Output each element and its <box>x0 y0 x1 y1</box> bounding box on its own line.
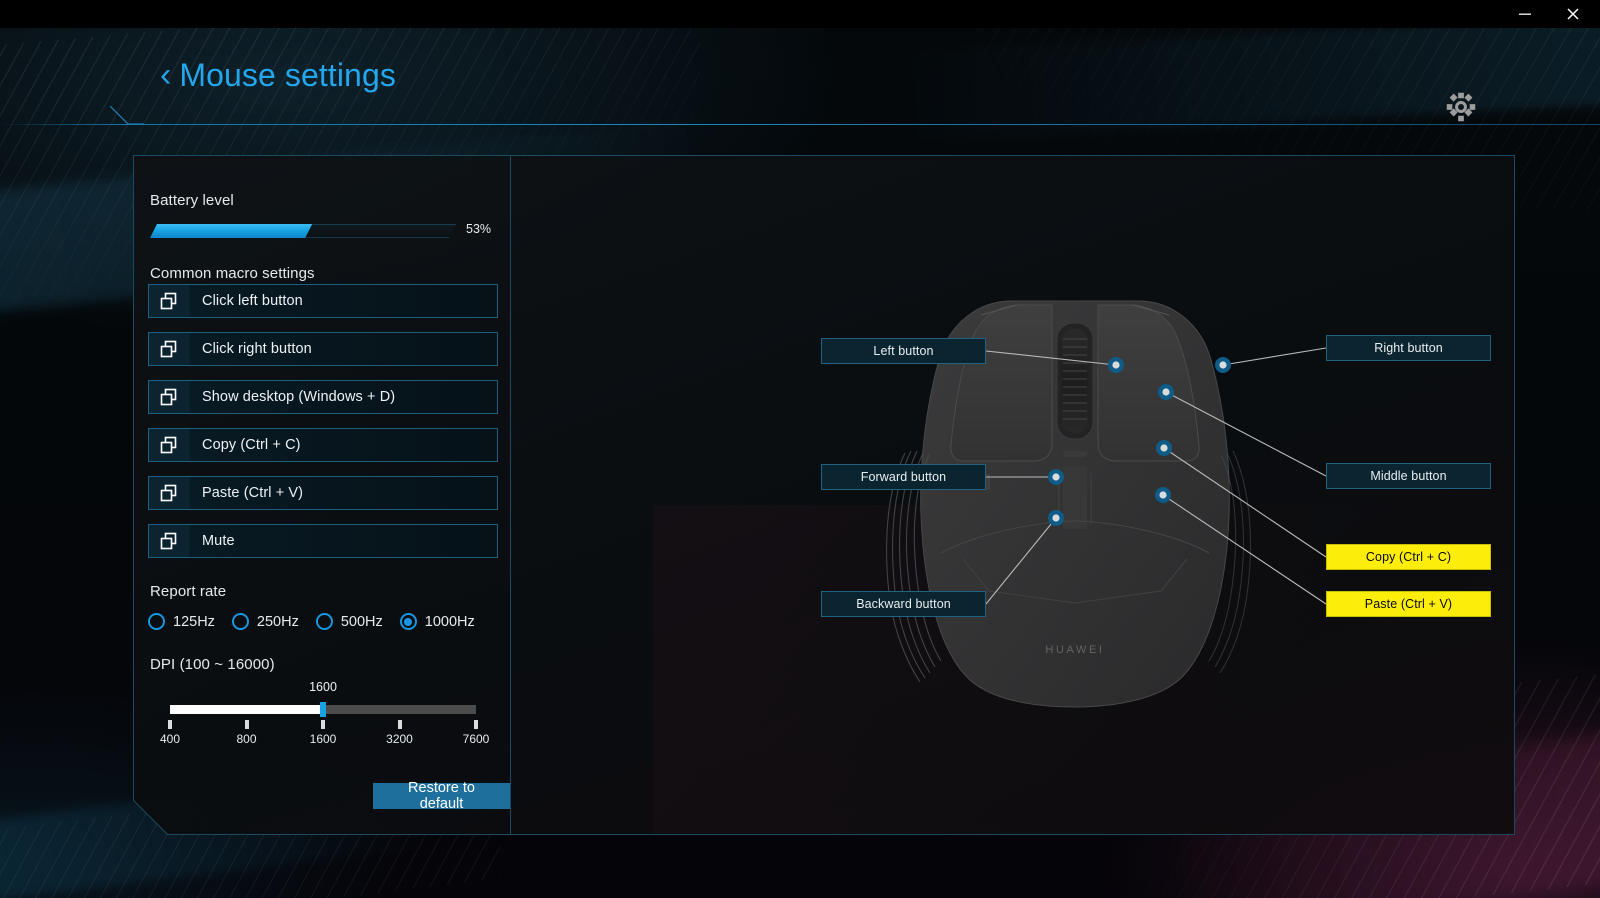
scroll-wheel <box>1062 329 1088 433</box>
battery-level-bar <box>150 224 456 238</box>
report-rate-option[interactable]: 125Hz <box>148 613 215 630</box>
callout-label-forward-button[interactable]: Forward button <box>821 464 986 490</box>
callout-label-backward-button[interactable]: Backward button <box>821 591 986 617</box>
dpi-tick-label: 400 <box>159 732 181 746</box>
report-rate-option[interactable]: 1000Hz <box>399 613 475 630</box>
mouse-diagram: HUAWEI Left button Right button Forward bu… <box>511 155 1515 835</box>
restore-to-default-button[interactable]: Restore to default <box>373 780 510 812</box>
radio-button-icon[interactable] <box>399 613 417 630</box>
title-bar <box>0 0 1600 28</box>
hotspot-right-button[interactable] <box>1215 357 1231 373</box>
dpi-tick-mark <box>244 720 249 729</box>
callout-label-middle-button[interactable]: Middle button <box>1326 463 1491 489</box>
page-header: ‹ Mouse settings <box>0 28 1600 134</box>
close-icon <box>1567 8 1579 20</box>
minimize-button[interactable] <box>1502 0 1548 28</box>
macro-item-label: Show desktop (Windows + D) <box>202 389 396 405</box>
report-rate-label: Report rate <box>150 583 227 600</box>
mouse-settings-window: ‹ Mouse settings Battery level 53% Commo… <box>0 0 1600 898</box>
report-rate-option-label: 250Hz <box>256 613 299 630</box>
report-rate-option-label: 1000Hz <box>424 613 475 630</box>
callout-label-left-button[interactable]: Left button <box>821 338 986 364</box>
dpi-tick-mark <box>397 720 402 729</box>
report-rate-option[interactable]: 500Hz <box>315 613 383 630</box>
copy-macro-icon <box>149 477 189 509</box>
dpi-tick-label: 1600 <box>309 732 337 746</box>
macro-item[interactable]: Copy (Ctrl + C) <box>148 428 498 462</box>
dpi-track-filled <box>170 705 323 714</box>
macro-item-label: Click left button <box>202 293 303 309</box>
mouse-illustration: HUAWEI <box>886 300 1327 708</box>
hotspot-copy-macro[interactable] <box>1156 440 1172 456</box>
macro-section-label: Common macro settings <box>150 265 315 282</box>
dpi-current-value: 1600 <box>309 680 337 694</box>
gear-icon[interactable] <box>1444 90 1478 124</box>
minimize-icon <box>1519 13 1531 15</box>
dpi-tick-label: 3200 <box>386 732 413 746</box>
dpi-thumb[interactable] <box>320 702 326 717</box>
report-rate-option-label: 125Hz <box>173 613 215 630</box>
copy-macro-icon <box>149 429 189 461</box>
battery-level-label: Battery level <box>150 192 234 209</box>
radio-button-icon[interactable] <box>315 613 333 630</box>
close-button[interactable] <box>1550 0 1596 28</box>
copy-macro-icon <box>149 525 189 557</box>
macro-item[interactable]: Click right button <box>148 332 498 366</box>
dpi-button-lower <box>1063 467 1087 529</box>
report-rate-radio-group[interactable]: 125Hz 250Hz 500Hz 1000Hz <box>148 613 508 630</box>
header-underline <box>0 124 1600 125</box>
macro-item-label: Click right button <box>202 341 312 357</box>
callout-label-paste-macro[interactable]: Paste (Ctrl + V) <box>1326 591 1491 617</box>
macro-item-label: Paste (Ctrl + V) <box>202 485 304 501</box>
copy-macro-icon <box>149 381 189 413</box>
macro-item[interactable]: Mute <box>148 524 498 558</box>
hotspot-middle-button[interactable] <box>1158 384 1174 400</box>
radio-button-icon[interactable] <box>231 613 249 630</box>
hotspot-forward-button[interactable] <box>1048 469 1064 485</box>
leader-line-right-button <box>1222 347 1327 366</box>
callout-label-copy-macro[interactable]: Copy (Ctrl + C) <box>1326 544 1491 570</box>
dpi-tick-label: 800 <box>236 732 257 746</box>
copy-macro-icon <box>149 333 189 365</box>
dpi-tick-mark <box>168 720 172 729</box>
macro-item[interactable]: Show desktop (Windows + D) <box>148 380 498 414</box>
page-title: Mouse settings <box>179 57 396 93</box>
macro-item-label: Mute <box>202 533 235 549</box>
chevron-left-icon[interactable]: ‹ <box>160 58 171 92</box>
header-notch-decoration <box>110 106 144 125</box>
report-rate-option-label: 500Hz <box>340 613 383 630</box>
hotspot-paste-macro[interactable] <box>1155 487 1171 503</box>
macro-item-label: Copy (Ctrl + C) <box>202 437 301 453</box>
macro-item[interactable]: Paste (Ctrl + V) <box>148 476 498 510</box>
settings-panel: Battery level 53% Common macro settings … <box>133 155 1515 835</box>
callout-label-right-button[interactable]: Right button <box>1326 335 1491 361</box>
back-and-title[interactable]: ‹ Mouse settings <box>160 58 396 92</box>
macro-list: Click left button Click right button Show … <box>148 284 498 572</box>
macro-item[interactable]: Click left button <box>148 284 498 318</box>
report-rate-option[interactable]: 250Hz <box>231 613 299 630</box>
dpi-label: DPI (100 ~ 16000) <box>150 656 275 673</box>
hotspot-backward-button[interactable] <box>1048 510 1064 526</box>
battery-fill <box>150 224 312 238</box>
battery-percent-label: 53% <box>466 222 492 236</box>
copy-macro-icon <box>149 285 189 317</box>
brand-text: HUAWEI <box>1045 644 1104 656</box>
radio-button-icon[interactable] <box>148 613 165 630</box>
hotspot-left-button[interactable] <box>1108 357 1124 373</box>
dpi-tick-mark <box>321 720 325 729</box>
left-settings-column: Battery level 53% Common macro settings … <box>148 155 510 835</box>
dpi-button-top <box>1063 451 1087 457</box>
dpi-tick-label: 7600 <box>462 732 490 746</box>
dpi-tick-mark <box>474 720 478 729</box>
